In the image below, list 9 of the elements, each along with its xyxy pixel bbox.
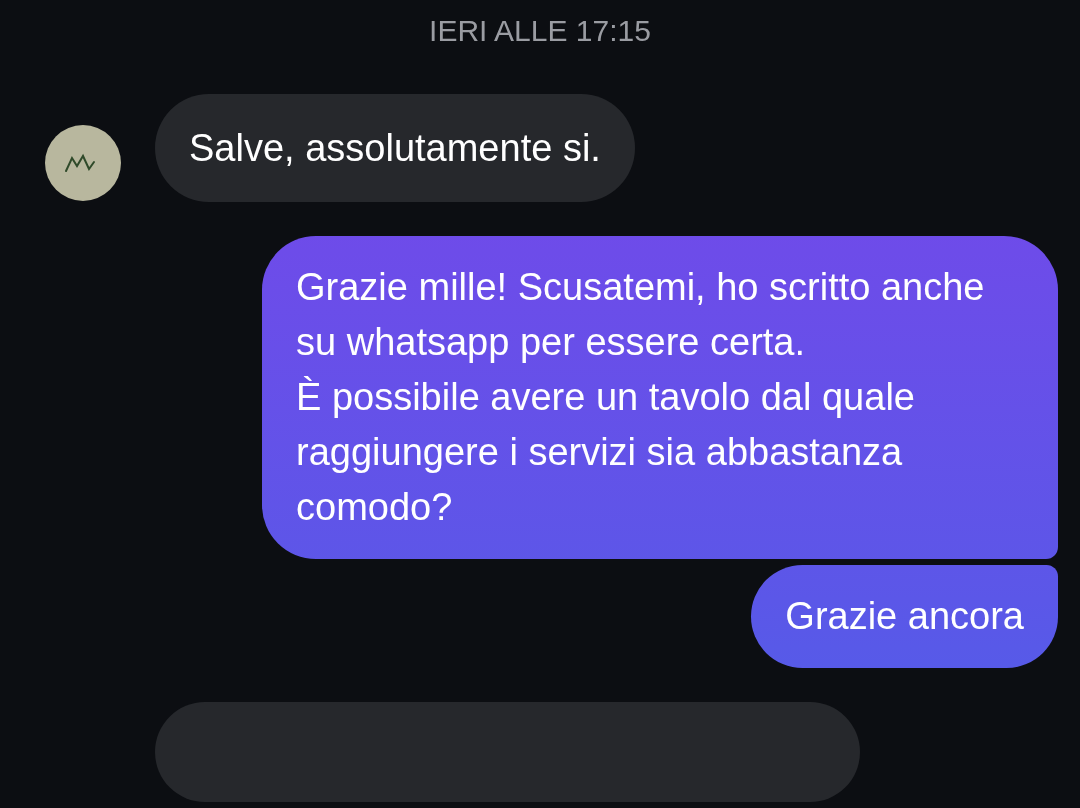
- message-text: Grazie ancora: [785, 594, 1024, 639]
- message-text: Salve, assolutamente si.: [189, 126, 601, 171]
- message-text: Grazie mille! Scusatemi, ho scritto anche su whatsapp per essere certa.: [296, 265, 986, 365]
- avatar-icon[interactable]: [44, 124, 122, 202]
- message-bubble[interactable]: Salve, assolutamente si.: [155, 94, 635, 202]
- message-bubble[interactable]: Grazie mille! Scusatemi, ho scritto anche su whatsapp per essere certa. È possibile avere un tavolo dal quale raggiungere i servizi sia abbastanza comodo?: [262, 236, 1058, 559]
- message-text: È possibile avere un tavolo dal quale raggiungere i servizi sia abbastanza comodo?: [296, 375, 916, 530]
- message-bubble[interactable]: Grazie ancora: [751, 565, 1058, 668]
- timestamp: IERI ALLE 17:15: [428, 13, 652, 49]
